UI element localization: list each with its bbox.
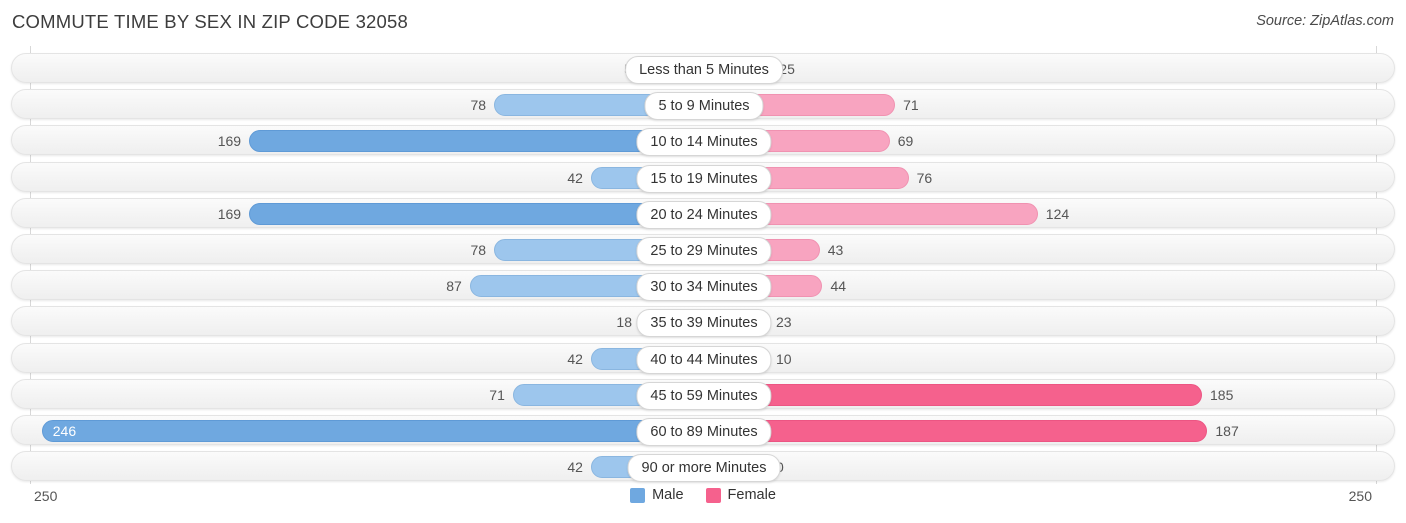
bar-value-female: 185 [1210, 386, 1234, 403]
chart-legend: Male Female [0, 487, 1406, 503]
bar-female[interactable] [704, 420, 1208, 442]
bar-row[interactable]: 18 23 35 to 39 Minutes [11, 306, 1395, 338]
bar-row-inner: 87 44 30 to 34 Minutes [12, 271, 1394, 302]
bar-value-male: 42 [567, 350, 583, 367]
category-label-pill: 20 to 24 Minutes [636, 200, 772, 229]
bar-value-male: 78 [470, 242, 487, 258]
bar-value-male: 169 [217, 205, 242, 222]
legend-item-male[interactable]: Male [630, 487, 684, 503]
bar-row[interactable]: 169 69 10 to 14 Minutes [11, 125, 1395, 157]
category-label-pill: Less than 5 Minutes [625, 56, 783, 84]
chart-footer: 250 250 Male Female [0, 484, 1406, 523]
category-label-pill: 90 or more Minutes [627, 454, 781, 483]
bar-male[interactable] [41, 420, 704, 442]
bar-value-male: 42 [567, 459, 583, 476]
bar-row-inner: 71 185 45 to 59 Minutes [12, 380, 1394, 410]
bar-value-male: 87 [446, 278, 462, 295]
legend-swatch-female-icon [705, 487, 721, 503]
bar-value-female: 69 [897, 133, 914, 150]
source-attribution: Source: ZipAtlas.com [1256, 13, 1394, 29]
chart-header: COMMUTE TIME BY SEX IN ZIP CODE 32058 So… [0, 0, 1406, 46]
bar-row[interactable]: 78 71 5 to 9 Minutes [11, 89, 1395, 121]
category-label-pill: 15 to 19 Minutes [636, 164, 772, 193]
bar-value-male: 169 [217, 133, 242, 150]
bar-row-inner: 42090 or more Minutes [12, 452, 1394, 483]
bar-value-male: 246 [52, 423, 77, 439]
bar-row[interactable]: 525Less than 5 Minutes [11, 53, 1395, 84]
bar-value-male: 42 [567, 169, 583, 186]
bar-row-inner: 42 10 40 to 44 Minutes [12, 344, 1394, 374]
bar-value-female: 23 [776, 314, 792, 331]
bar-value-female: 71 [903, 97, 919, 114]
bar-row[interactable]: 78 43 25 to 29 Minutes [11, 234, 1395, 265]
category-label-pill: 30 to 34 Minutes [636, 273, 772, 302]
bar-row[interactable]: 87 44 30 to 34 Minutes [11, 270, 1395, 302]
bar-value-male: 18 [616, 314, 632, 331]
category-label-pill: 45 to 59 Minutes [636, 381, 772, 410]
bar-value-female: 44 [830, 278, 847, 295]
page-title: COMMUTE TIME BY SEX IN ZIP CODE 32058 [12, 11, 409, 32]
category-label-pill: 40 to 44 Minutes [636, 345, 772, 374]
bar-value-female: 124 [1045, 205, 1070, 222]
bar-row-inner: 18 23 35 to 39 Minutes [12, 307, 1394, 338]
chart-plot-area: 525Less than 5 Minutes 78 71 5 to 9 Minutes… [0, 46, 1406, 484]
bar-row[interactable]: 169 124 20 to 24 Minutes [11, 197, 1395, 229]
legend-label-male: Male [652, 487, 684, 503]
bar-row[interactable]: 246 187 60 to 89 Minutes [11, 415, 1395, 446]
category-label-pill: 10 to 14 Minutes [636, 128, 772, 157]
category-label-pill: 60 to 89 Minutes [636, 418, 772, 446]
bar-row[interactable]: 42090 or more Minutes [11, 451, 1395, 483]
bar-value-female: 76 [916, 169, 933, 186]
category-label-pill: 5 to 9 Minutes [644, 92, 764, 121]
bar-row-inner: 78 43 25 to 29 Minutes [12, 235, 1394, 265]
bar-value-female: 43 [827, 242, 844, 258]
bar-row[interactable]: 71 185 45 to 59 Minutes [11, 378, 1395, 410]
category-label-pill: 25 to 29 Minutes [636, 237, 772, 265]
bar-female[interactable] [704, 383, 1203, 406]
bar-value-female: 187 [1215, 423, 1239, 439]
bar-value-female: 10 [776, 350, 792, 367]
bar-row[interactable]: 42 10 40 to 44 Minutes [11, 342, 1395, 374]
bar-row-inner: 42 76 15 to 19 Minutes [12, 163, 1394, 193]
bar-value-male: 71 [489, 386, 505, 403]
bar-row-inner: 78 71 5 to 9 Minutes [12, 90, 1394, 121]
bar-row-inner: 246 187 60 to 89 Minutes [12, 416, 1394, 446]
bar-row-inner: 169 69 10 to 14 Minutes [12, 126, 1394, 157]
bar-row-inner: 525Less than 5 Minutes [12, 54, 1394, 84]
legend-label-female: Female [727, 487, 776, 503]
bar-row-inner: 169 124 20 to 24 Minutes [12, 199, 1394, 229]
category-label-pill: 35 to 39 Minutes [636, 309, 772, 338]
legend-swatch-male-icon [630, 487, 646, 503]
legend-item-female[interactable]: Female [705, 487, 776, 503]
bar-row[interactable]: 42 76 15 to 19 Minutes [11, 161, 1395, 193]
bar-value-male: 78 [470, 97, 487, 114]
bar-value-male: 5 [12, 59, 632, 79]
